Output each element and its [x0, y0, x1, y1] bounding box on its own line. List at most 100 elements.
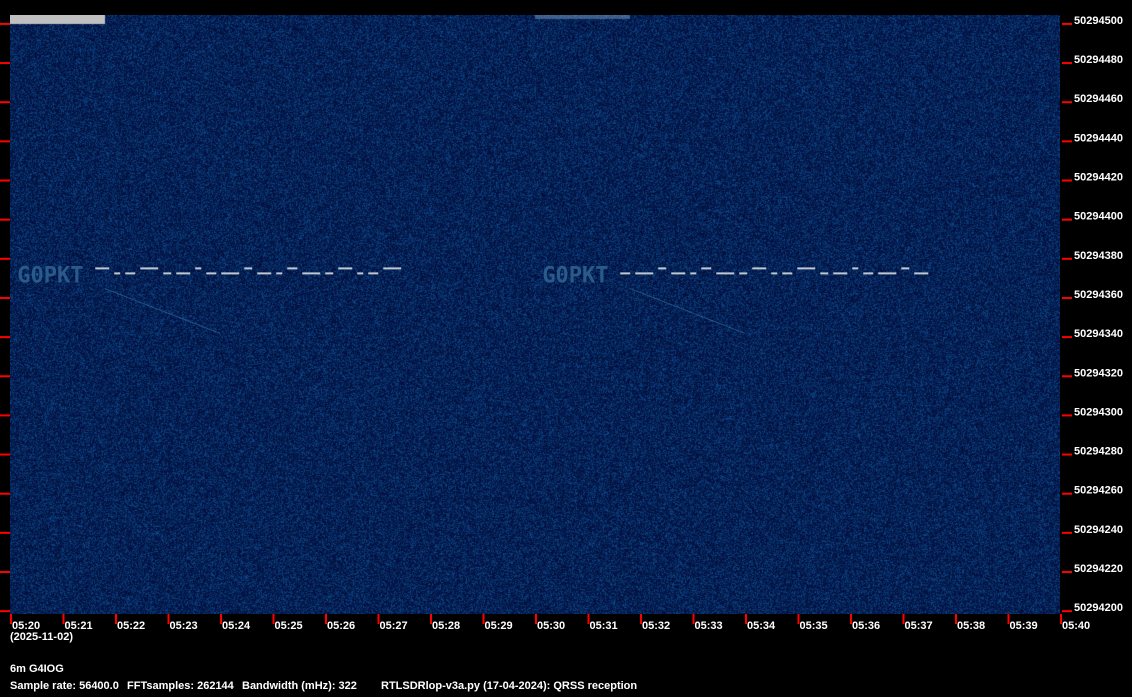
signal-dash [368, 272, 378, 274]
signal-dash [863, 272, 873, 274]
y-tick-label: 50294340 [1074, 328, 1123, 340]
signal-dash [206, 272, 216, 274]
y-tick-label: 50294260 [1074, 485, 1123, 497]
y-tick-label: 50294200 [1074, 602, 1123, 614]
signal-dash [221, 272, 239, 274]
x-tick-label: 05:28 [432, 620, 460, 632]
signal-dash [276, 272, 282, 274]
signal-dash [383, 267, 401, 269]
x-tick-label: 05:29 [485, 620, 513, 632]
signal-dash [833, 272, 847, 274]
y-tick-left [0, 610, 10, 612]
y-tick-left [0, 336, 10, 338]
y-tick-left [0, 62, 10, 64]
y-tick-right [1062, 336, 1072, 338]
y-tick-label: 50294360 [1074, 289, 1123, 301]
y-tick-left [0, 180, 10, 182]
x-tick-label: 05:32 [642, 620, 670, 632]
signal-dash [914, 272, 928, 274]
x-tick-label: 05:39 [1010, 620, 1038, 632]
fft-samples: FFTsamples: 262144 [127, 680, 234, 692]
signal-callsign: G0PKT [542, 263, 608, 288]
waterfall-display: G0PKT G0PKT 50294500 50294480 50294460 502944… [0, 0, 1132, 697]
signal-dash [95, 267, 109, 269]
y-tick-right [1062, 571, 1072, 573]
x-tick-label: 05:33 [695, 620, 723, 632]
x-tick-label: 05:26 [327, 620, 355, 632]
y-tick-right [1062, 101, 1072, 103]
x-tick-label: 05:24 [222, 620, 251, 632]
y-tick-right [1062, 219, 1072, 221]
software-info: RTLSDRlop-v3a.py (17-04-2024): QRSS rece… [381, 680, 637, 692]
y-tick-left [0, 219, 10, 221]
y-tick-label: 50294300 [1074, 406, 1123, 418]
y-tick-label: 50294480 [1074, 54, 1123, 66]
bandwidth: Bandwidth (mHz): 322 [242, 680, 357, 692]
y-tick-label: 50294240 [1074, 524, 1123, 536]
signal-dash [140, 267, 158, 269]
y-tick-left [0, 454, 10, 456]
station-label: 6m G4IOG [10, 663, 64, 675]
y-tick-label: 50294440 [1074, 132, 1123, 144]
y-tick-left [0, 101, 10, 103]
signal-dash [302, 272, 320, 274]
y-tick-left [0, 23, 10, 25]
y-tick-right [1062, 493, 1072, 495]
signal-dash [125, 272, 135, 274]
signal-dash [852, 267, 858, 269]
signal-dash [325, 272, 333, 274]
y-tick-label: 50294420 [1074, 172, 1123, 184]
signal-dash [176, 272, 190, 274]
signal-dash [752, 267, 766, 269]
signal-dash [244, 267, 252, 269]
axes-overlay: G0PKT G0PKT 50294500 50294480 50294460 502944… [0, 0, 1132, 697]
signal-dash [257, 272, 271, 274]
x-tick-label: 05:22 [117, 620, 145, 632]
signal-dash [658, 267, 666, 269]
signal-dash [287, 267, 297, 269]
y-tick-right [1062, 414, 1072, 416]
y-tick-right [1062, 258, 1072, 260]
signal-dash [163, 272, 171, 274]
y-tick-right [1062, 610, 1072, 612]
signal-dash [338, 267, 352, 269]
y-tick-right [1062, 297, 1072, 299]
y-tick-left [0, 493, 10, 495]
y-tick-right [1062, 23, 1072, 25]
y-tick-left [0, 258, 10, 260]
signal-dash [114, 272, 120, 274]
x-tick-label: 05:31 [590, 620, 618, 632]
signal-dash [782, 272, 792, 274]
x-tick-label: 05:36 [852, 620, 880, 632]
y-tick-left [0, 140, 10, 142]
signal-dash [620, 272, 630, 274]
y-tick-label: 50294400 [1074, 211, 1123, 223]
meteor-trace [105, 288, 221, 333]
signal-dash [635, 272, 653, 274]
y-tick-right [1062, 375, 1072, 377]
signal-dash [690, 272, 696, 274]
y-tick-label: 50294220 [1074, 563, 1123, 575]
signal-dash [901, 267, 909, 269]
signal-dash [716, 272, 734, 274]
signal-callsign: G0PKT [17, 263, 83, 288]
y-tick-right [1062, 62, 1072, 64]
y-tick-label: 50294500 [1074, 15, 1123, 27]
y-tick-label: 50294320 [1074, 367, 1123, 379]
y-tick-left [0, 297, 10, 299]
x-tick-label: 05:40 [1062, 620, 1090, 632]
y-tick-left [0, 375, 10, 377]
y-tick-right [1062, 454, 1072, 456]
signal-dash [878, 272, 896, 274]
x-tick-label: 05:25 [275, 620, 303, 632]
y-tick-label: 50294380 [1074, 250, 1123, 262]
x-tick-label: 05:37 [905, 620, 933, 632]
y-tick-right [1062, 180, 1072, 182]
y-tick-left [0, 532, 10, 534]
y-tick-right [1062, 140, 1072, 142]
signal-dash [820, 272, 828, 274]
y-tick-label: 50294460 [1074, 93, 1123, 105]
signal-dash [357, 272, 363, 274]
x-tick-label: 05:30 [537, 620, 565, 632]
date-label: (2025-11-02) [10, 631, 73, 643]
